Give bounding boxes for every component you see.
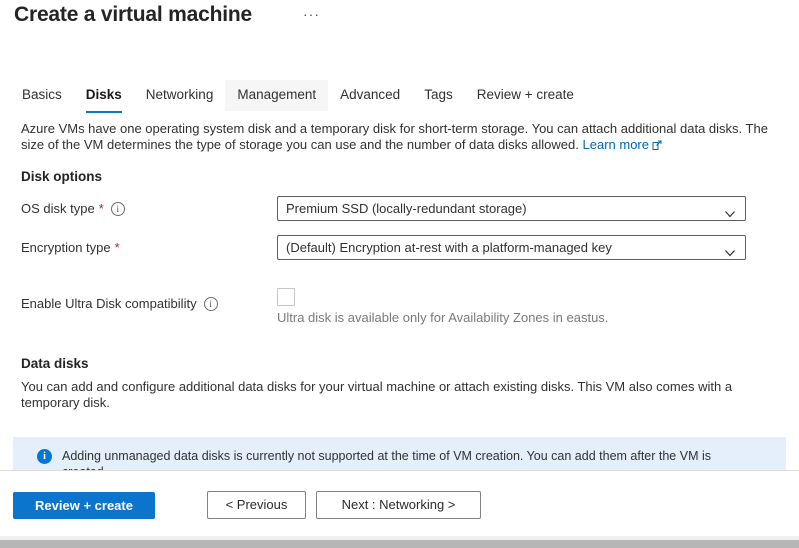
disk-options-heading: Disk options bbox=[21, 169, 102, 184]
data-disks-heading: Data disks bbox=[21, 356, 89, 371]
footer-bar: Review + create < Previous Next : Networ… bbox=[0, 470, 799, 538]
previous-button[interactable]: < Previous bbox=[207, 491, 306, 519]
ultra-disk-helper-text: Ultra disk is available only for Availab… bbox=[277, 310, 608, 325]
encryption-type-label: Encryption type * bbox=[21, 240, 120, 255]
chevron-down-icon bbox=[724, 204, 736, 221]
page-title: Create a virtual machine bbox=[14, 3, 252, 27]
ultra-disk-checkbox[interactable] bbox=[277, 288, 295, 306]
os-disk-type-select[interactable]: Premium SSD (locally-redundant storage) bbox=[277, 196, 746, 221]
tab-disks[interactable]: Disks bbox=[74, 80, 134, 111]
encryption-type-select[interactable]: (Default) Encryption at-rest with a plat… bbox=[277, 235, 746, 260]
os-disk-type-label: OS disk type * i bbox=[21, 201, 125, 216]
horizontal-scrollbar-thumb[interactable] bbox=[0, 540, 799, 548]
horizontal-scrollbar[interactable] bbox=[0, 536, 799, 548]
learn-more-link[interactable]: Learn more bbox=[583, 137, 662, 152]
review-create-button[interactable]: Review + create bbox=[13, 492, 155, 519]
required-asterisk: * bbox=[99, 201, 104, 216]
info-icon: i bbox=[37, 449, 52, 464]
tab-networking[interactable]: Networking bbox=[134, 80, 226, 111]
ultra-disk-label: Enable Ultra Disk compatibility i bbox=[21, 296, 218, 311]
next-networking-button[interactable]: Next : Networking > bbox=[316, 491, 481, 519]
more-options-icon[interactable]: ··· bbox=[303, 6, 320, 22]
required-asterisk: * bbox=[115, 240, 120, 255]
tab-tags[interactable]: Tags bbox=[412, 80, 465, 111]
tab-advanced[interactable]: Advanced bbox=[328, 80, 412, 111]
tab-management[interactable]: Management bbox=[225, 80, 328, 111]
tab-bar: Basics Disks Networking Management Advan… bbox=[10, 80, 586, 110]
intro-paragraph: Azure VMs have one operating system disk… bbox=[21, 121, 786, 154]
data-disks-description: You can add and configure additional dat… bbox=[21, 379, 769, 411]
external-link-icon bbox=[652, 138, 662, 154]
tab-review-create[interactable]: Review + create bbox=[465, 80, 586, 111]
info-icon[interactable]: i bbox=[204, 297, 218, 311]
chevron-down-icon bbox=[724, 243, 736, 260]
create-vm-page: Create a virtual machine ··· Basics Disk… bbox=[0, 0, 799, 548]
info-icon[interactable]: i bbox=[111, 202, 125, 216]
tab-basics[interactable]: Basics bbox=[10, 80, 74, 111]
